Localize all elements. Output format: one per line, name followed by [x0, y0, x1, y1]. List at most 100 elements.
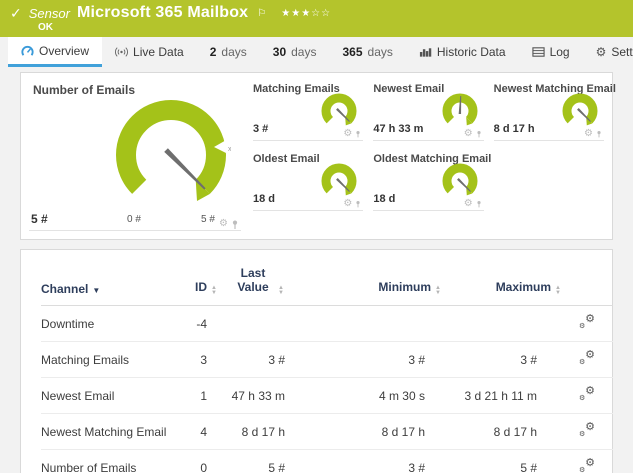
gear-icon: ⚙	[595, 45, 607, 59]
newest-matching-email-gauge	[562, 93, 598, 126]
gauge-tile-oldest-email: Oldest Email 18 d ⚙	[253, 153, 364, 211]
cell-id: 0	[200, 460, 207, 473]
cell-maximum: 8 d 17 h	[493, 424, 537, 439]
column-label: Channel	[41, 282, 89, 296]
status-ok-icon: ✓	[10, 4, 22, 21]
cell-last-value: 8 d 17 h	[241, 424, 285, 439]
gauge-scale-max: 5 #	[201, 214, 215, 225]
table-row: Number of Emails 0 5 # 3 # 5 # ⚙ ⚙	[41, 450, 613, 473]
chart-icon	[419, 48, 432, 57]
gauge-tile-newest-email: Newest Email 47 h 33 m ⚙	[373, 83, 484, 141]
sort-icon: ▲ ▼	[211, 285, 217, 296]
tile-gear-icon[interactable]: ⚙	[343, 199, 352, 209]
gauge-current-value: 18 d	[253, 193, 276, 205]
table-row: Newest Matching Email 4 8 d 17 h 8 d 17 …	[41, 414, 613, 450]
tab-bar: Overview Live Data 2 days 30 days 365 da…	[0, 37, 633, 67]
channel-settings-icon[interactable]: ⚙ ⚙	[579, 458, 595, 473]
number-of-emails-gauge: x	[116, 99, 231, 201]
tile-gear-icon[interactable]: ⚙	[464, 199, 473, 209]
gauge-tile-oldest-matching-email: Oldest Matching Email 18 d ⚙	[373, 153, 491, 211]
cell-channel: Downtime	[41, 316, 95, 331]
cell-maximum	[441, 306, 561, 342]
cell-last-value: 47 h 33 m	[231, 388, 285, 403]
tile-gear-icon[interactable]: ⚙	[464, 129, 473, 139]
gauge-title: Oldest Email	[253, 153, 320, 165]
matching-emails-gauge	[321, 93, 357, 126]
overview-panel: Number of Emails x 0 # 5 # 5 # ⚙ Matchin…	[20, 72, 616, 240]
tab-settings[interactable]: ⚙ Settings	[583, 37, 633, 67]
sort-icon: ▲ ▼	[555, 285, 561, 296]
tile-pin-icon[interactable]	[476, 130, 482, 138]
tab-label: days	[291, 45, 317, 59]
channel-settings-icon[interactable]: ⚙ ⚙	[579, 386, 595, 403]
tab-label: days	[221, 45, 247, 59]
tab-live-data[interactable]: Live Data	[102, 37, 197, 67]
gauge-current-value: 5 #	[31, 212, 48, 226]
page-title: Microsoft 365 Mailbox	[76, 4, 249, 21]
sensor-header: ✓ Sensor Microsoft 365 Mailbox ⚐ ★★★☆☆ O…	[0, 0, 633, 37]
tile-pin-icon[interactable]	[596, 130, 602, 138]
tile-pin-icon[interactable]	[231, 220, 239, 229]
gauge-limit-marker: x	[228, 146, 231, 153]
tab-historic-data[interactable]: Historic Data	[406, 37, 519, 67]
column-header-channel[interactable]: Channel ▼	[41, 260, 169, 306]
cell-id: 3	[200, 352, 207, 367]
gauge-current-value: 18 d	[373, 193, 396, 205]
cell-last-value: 3 #	[268, 352, 285, 367]
column-header-minimum[interactable]: Minimum ▲ ▼	[299, 260, 441, 306]
tile-gear-icon[interactable]: ⚙	[219, 219, 228, 229]
priority-flag-icon[interactable]: ⚐	[257, 8, 266, 19]
cell-last-value: 5 #	[268, 460, 285, 473]
channel-settings-icon[interactable]: ⚙ ⚙	[579, 314, 595, 331]
column-header-id[interactable]: ID ▲ ▼	[169, 260, 217, 306]
tile-pin-icon[interactable]	[355, 130, 361, 138]
cell-last-value	[217, 306, 299, 342]
broadcast-icon	[115, 47, 128, 57]
channel-settings-icon[interactable]: ⚙ ⚙	[579, 422, 595, 439]
cell-minimum: 3 #	[408, 352, 425, 367]
mini-gauge-grid: Matching Emails 3 # ⚙ Newest Email 47 h …	[253, 81, 616, 231]
channel-settings-icon[interactable]: ⚙ ⚙	[579, 350, 595, 367]
gauge-scale-min: 0 #	[127, 214, 141, 225]
tile-pin-icon[interactable]	[476, 200, 482, 208]
cell-minimum: 3 #	[408, 460, 425, 473]
tab-number: 30	[272, 45, 287, 59]
tile-gear-icon[interactable]: ⚙	[343, 129, 352, 139]
column-label: ID	[195, 280, 208, 294]
cell-channel: Newest Matching Email	[41, 424, 167, 439]
status-badge: OK	[38, 22, 53, 33]
channel-table: Channel ▼ ID ▲ ▼ Last Value ▲ ▼ Minimum ▲ ▼ Max…	[41, 260, 613, 473]
column-label: Minimum	[378, 280, 432, 294]
gauge-tile-matching-emails: Matching Emails 3 # ⚙	[253, 83, 364, 141]
tab-number: 365	[342, 45, 363, 59]
tab-overview[interactable]: Overview	[8, 37, 103, 67]
tab-2-days[interactable]: 2 days	[197, 37, 260, 67]
log-icon	[531, 47, 545, 57]
column-header-maximum[interactable]: Maximum ▲ ▼	[441, 260, 561, 306]
tab-label: Settings	[611, 45, 633, 59]
cell-id: 4	[200, 424, 207, 439]
tile-pin-icon[interactable]	[355, 200, 361, 208]
oldest-email-gauge	[321, 163, 357, 196]
cell-maximum: 3 #	[520, 352, 537, 367]
gauge-current-value: 47 h 33 m	[373, 123, 424, 135]
column-header-last-value[interactable]: Last Value ▲ ▼	[217, 260, 299, 306]
column-header-settings	[561, 260, 613, 306]
gauge-icon	[21, 45, 34, 56]
channel-table-panel: Channel ▼ ID ▲ ▼ Last Value ▲ ▼ Minimum ▲ ▼ Max…	[20, 249, 613, 473]
table-row: Matching Emails 3 3 # 3 # 3 # ⚙ ⚙	[41, 342, 613, 378]
priority-stars[interactable]: ★★★☆☆	[281, 8, 331, 19]
tab-label: Historic Data	[436, 45, 506, 59]
tab-label: Live Data	[133, 45, 184, 59]
tab-log[interactable]: Log	[519, 37, 583, 67]
tile-gear-icon[interactable]: ⚙	[584, 129, 593, 139]
oldest-matching-email-gauge	[442, 163, 478, 196]
column-label: Maximum	[495, 280, 552, 294]
cell-channel: Newest Email	[41, 388, 115, 403]
gauge-current-value: 3 #	[253, 123, 269, 135]
tab-30-days[interactable]: 30 days	[260, 37, 330, 67]
gauge-title: Number of Emails	[33, 83, 136, 97]
gauge-title: Newest Email	[373, 83, 445, 95]
tab-365-days[interactable]: 365 days	[329, 37, 405, 67]
sort-icon: ▲ ▼	[435, 285, 441, 296]
